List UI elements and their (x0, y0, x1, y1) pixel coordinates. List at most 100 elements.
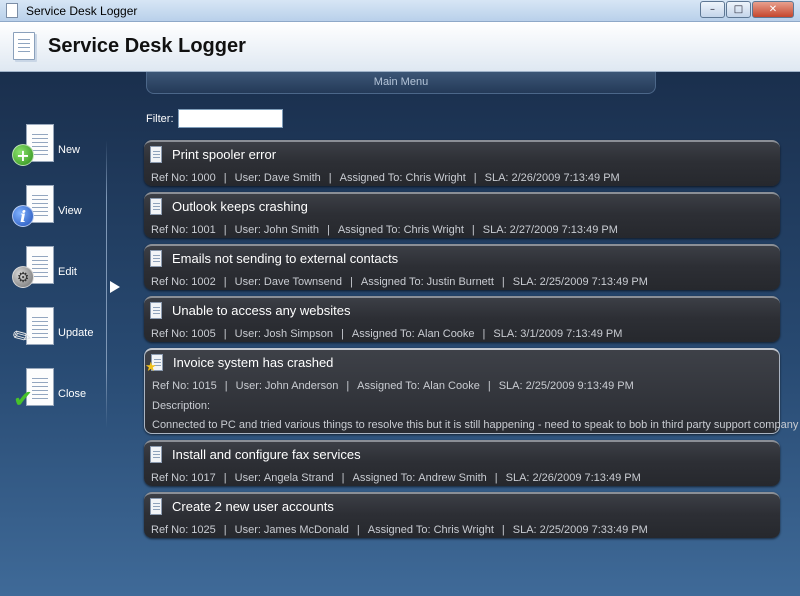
assigned-label: Assigned To: (367, 524, 431, 536)
window-titlebar: Service Desk Logger – □ ✕ (0, 0, 800, 22)
description-text: Connected to PC and tried various things… (152, 419, 799, 431)
ticket-row[interactable]: Emails not sending to external contacts … (144, 244, 780, 290)
sidebar-item-label: Update (58, 327, 94, 339)
close-window-button[interactable]: ✕ (752, 1, 794, 18)
user-value: John Anderson (264, 380, 339, 392)
separator: | (328, 172, 332, 184)
sla-label: SLA: (512, 524, 537, 536)
user-label: User: (234, 172, 261, 184)
assigned-value: Justin Burnett (426, 276, 494, 288)
filter-input[interactable] (178, 109, 283, 128)
sla-value: 2/26/2009 7:13:49 PM (532, 472, 641, 484)
expand-arrow-icon[interactable] (110, 281, 120, 293)
ref-value: 1000 (191, 172, 216, 184)
assigned-value: Chris Wright (405, 172, 466, 184)
assigned-value: Andrew Smith (418, 472, 487, 484)
app-title: Service Desk Logger (48, 35, 246, 57)
ticket-meta: Ref No: 1000 | User: Dave Smith | Assigned To:… (151, 172, 620, 184)
ref-value: 1025 (191, 524, 216, 536)
ticket-title: Unable to access any websites (172, 303, 351, 318)
sla-value: 3/1/2009 7:13:49 PM (520, 328, 623, 340)
separator: | (223, 472, 227, 484)
assigned-label: Assigned To: (352, 472, 416, 484)
ref-label: Ref No: (151, 524, 189, 536)
document-icon (150, 198, 162, 215)
user-value: Dave Townsend (263, 276, 342, 288)
ref-label: Ref No: (151, 224, 189, 236)
separator: | (341, 472, 345, 484)
ticket-row[interactable]: Print spooler error Ref No: 1000 | User: Dav… (144, 140, 780, 186)
gear-icon: ⚙ (12, 266, 34, 288)
user-value: Angela Strand (263, 472, 334, 484)
separator: | (501, 524, 505, 536)
ticket-meta: Ref No: 1025 | User: James McDonald | Assigned… (151, 524, 648, 536)
separator: | (494, 472, 498, 484)
assigned-value: Alan Cooke (422, 380, 480, 392)
assigned-label: Assigned To: (339, 172, 403, 184)
sla-label: SLA: (512, 276, 537, 288)
document-icon (13, 32, 35, 60)
sidebar-item-view[interactable]: i View (12, 185, 102, 235)
assigned-label: Assigned To: (357, 380, 420, 392)
ticket-meta: Ref No: 1015 | User: John Anderson | Assigned … (152, 380, 634, 392)
separator: | (350, 276, 353, 288)
separator: | (223, 224, 227, 236)
app-icon (6, 3, 18, 18)
document-icon (150, 446, 162, 463)
ticket-row[interactable]: Unable to access any websites Ref No: 100… (144, 296, 780, 342)
sla-value: 2/25/2009 7:13:49 PM (539, 276, 648, 288)
sidebar-item-update[interactable]: ✎ Update (9, 307, 102, 357)
ticket-title: Emails not sending to external contacts (172, 251, 399, 266)
minimize-button[interactable]: – (700, 1, 725, 18)
separator: | (223, 328, 227, 340)
ticket-row[interactable]: Install and configure fax services Ref N… (144, 440, 780, 486)
ref-value: 1005 (191, 328, 216, 340)
sla-value: 2/27/2009 7:13:49 PM (509, 224, 618, 236)
document-icon (150, 250, 162, 267)
window-title: Service Desk Logger (26, 4, 138, 18)
sla-value: 2/25/2009 7:33:49 PM (539, 524, 648, 536)
assigned-label: Assigned To: (351, 328, 415, 340)
sidebar-item-close[interactable]: ✔ Close (12, 368, 102, 418)
sidebar-item-label: Close (58, 388, 87, 400)
ticket-row-selected[interactable]: ★ Invoice system has crashed Ref No: 1015… (144, 348, 798, 434)
separator: | (473, 172, 477, 184)
separator: | (356, 524, 360, 536)
filter-label: Filter: (146, 113, 174, 125)
ticket-title: Outlook keeps crashing (172, 199, 308, 214)
sla-value: 2/26/2009 7:13:49 PM (511, 172, 620, 184)
assigned-label: Assigned To: (337, 224, 401, 236)
separator: | (223, 524, 227, 536)
sidebar-item-new[interactable]: + New (12, 124, 102, 174)
ticket-meta: Ref No: 1001 | User: John Smith | Assigned To:… (151, 224, 618, 236)
ticket-title: Print spooler error (172, 147, 277, 162)
ref-value: 1017 (191, 472, 216, 484)
user-value: John Smith (263, 224, 319, 236)
separator: | (487, 380, 491, 392)
ref-value: 1015 (192, 380, 217, 392)
ticket-meta: Ref No: 1002 | User: Dave Townsend | Assigned … (151, 276, 648, 288)
ref-value: 1002 (191, 276, 216, 288)
ref-label: Ref No: (151, 472, 189, 484)
ticket-row[interactable]: Create 2 new user accounts Ref No: 1025 | U… (144, 492, 780, 538)
separator: | (346, 380, 350, 392)
description-label: Description: (152, 400, 211, 412)
sidebar-item-edit[interactable]: ⚙ Edit (12, 246, 102, 296)
user-label: User: (234, 224, 261, 236)
document-icon (150, 498, 162, 515)
info-icon: i (12, 205, 34, 227)
maximize-button[interactable]: □ (726, 1, 751, 18)
main-menu-bar[interactable]: Main Menu (146, 72, 656, 94)
assigned-label: Assigned To: (360, 276, 424, 288)
document-icon (150, 302, 162, 319)
separator: | (501, 276, 505, 288)
ticket-meta: Ref No: 1017 | User: Angela Strand | Assigned … (151, 472, 641, 484)
sidebar-item-label: Edit (58, 266, 77, 278)
user-value: Dave Smith (263, 172, 321, 184)
ticket-title: Install and configure fax services (172, 447, 361, 462)
assigned-value: Chris Wright (403, 224, 464, 236)
user-label: User: (234, 276, 261, 288)
sla-value: 2/25/2009 9:13:49 PM (525, 380, 634, 392)
separator: | (341, 328, 344, 340)
ticket-row[interactable]: Outlook keeps crashing Ref No: 1001 | User:… (144, 192, 780, 238)
